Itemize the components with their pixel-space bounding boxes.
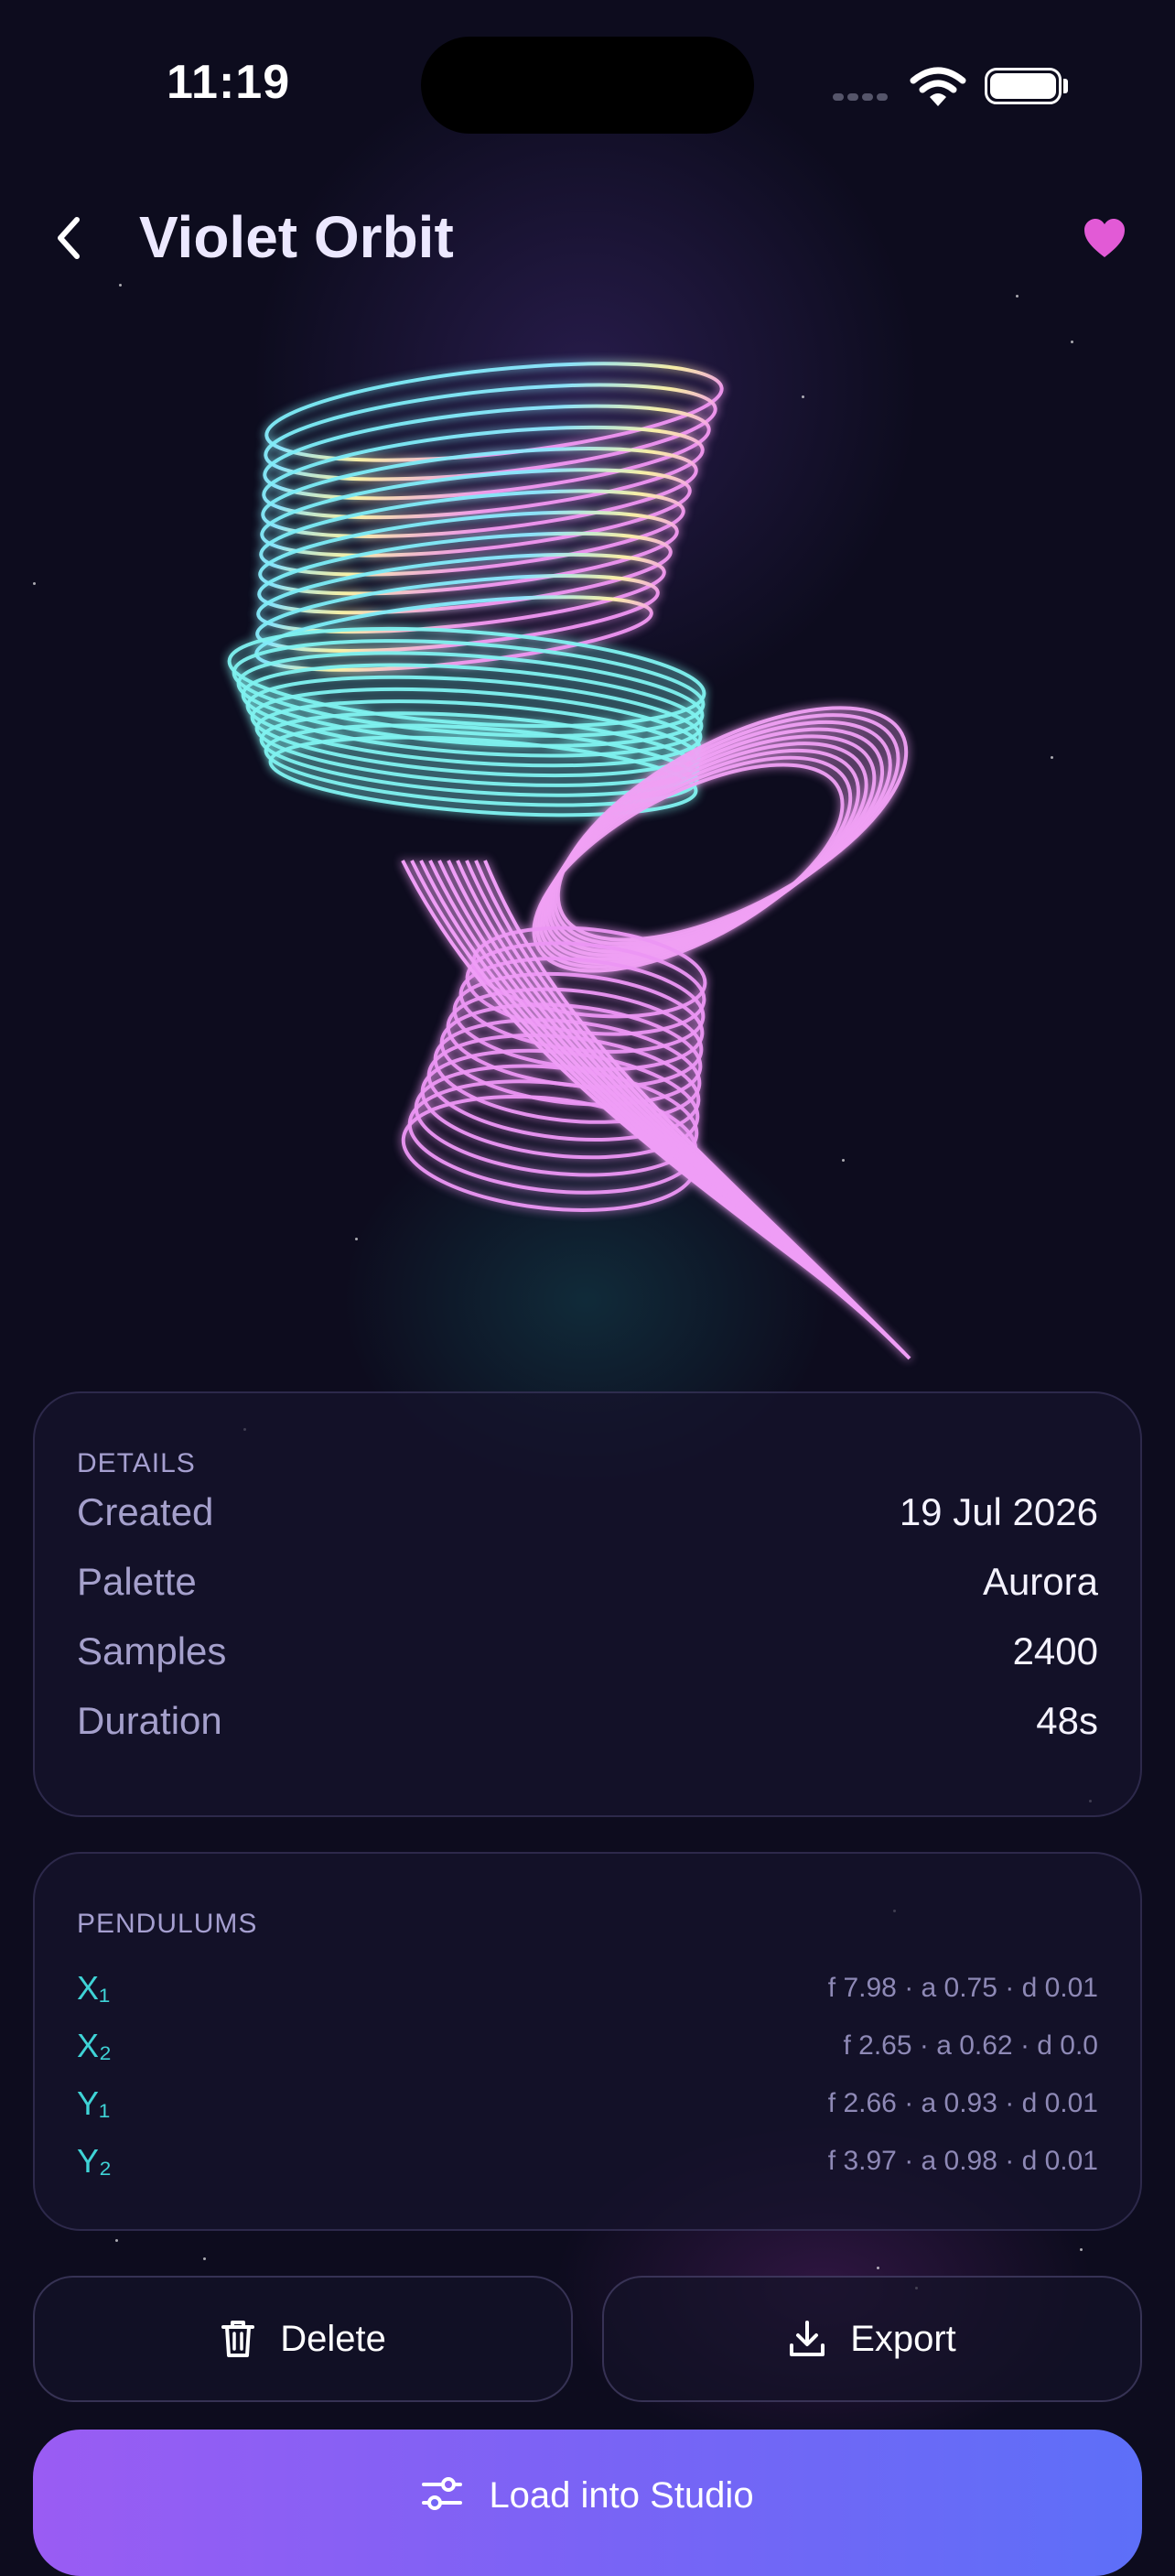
detail-value: 19 Jul 2026 — [899, 1490, 1098, 1533]
detail-row-palette: Palette Aurora — [77, 1560, 1098, 1604]
pendulum-name: X₁ — [77, 1969, 111, 2007]
page-title: Violet Orbit — [139, 204, 454, 270]
harmonograph-artwork — [227, 362, 911, 1360]
detail-row-duration: Duration 48s — [77, 1699, 1098, 1743]
pendulum-row: X₂ f 2.65 · a 0.62 · d 0.0 — [77, 2027, 1098, 2065]
pendulum-name: Y₁ — [77, 2084, 111, 2122]
pendulum-row: X₁ f 7.98 · a 0.75 · d 0.01 — [77, 1969, 1098, 2008]
download-icon — [790, 2321, 825, 2356]
pendulum-row: Y₂ f 3.97 · a 0.98 · d 0.01 — [77, 2142, 1098, 2181]
pendulum-params: f 7.98 · a 0.75 · d 0.01 — [827, 1973, 1098, 2003]
trash-icon — [221, 2321, 255, 2357]
pendulum-row: Y₁ f 2.66 · a 0.93 · d 0.01 — [77, 2084, 1098, 2123]
pendulum-params: f 2.65 · a 0.62 · d 0.0 — [843, 2030, 1098, 2061]
sliders-icon — [422, 2477, 463, 2510]
detail-value: 48s — [1036, 1699, 1098, 1742]
detail-value: Aurora — [982, 1560, 1098, 1603]
detail-key: Duration — [77, 1699, 222, 1742]
detail-key: Created — [77, 1490, 214, 1533]
pendulum-name: Y₂ — [77, 2142, 112, 2180]
wifi-icon — [910, 67, 966, 106]
battery-icon — [985, 68, 1062, 104]
back-chevron-icon[interactable] — [46, 211, 92, 265]
delete-label: Delete — [280, 2318, 386, 2359]
heart-icon[interactable] — [1082, 216, 1127, 262]
export-label: Export — [850, 2318, 956, 2359]
delete-button[interactable]: Delete — [33, 2276, 573, 2402]
pendulum-params: f 3.97 · a 0.98 · d 0.01 — [827, 2146, 1098, 2176]
battery-cap — [1063, 79, 1068, 93]
pendulums-card: PENDULUMS X₁ f 7.98 · a 0.75 · d 0.01 X₂… — [33, 1852, 1142, 2231]
detail-key: Palette — [77, 1560, 197, 1603]
pendulum-name: X₂ — [77, 2027, 112, 2064]
load-label: Load into Studio — [489, 2475, 754, 2516]
dynamic-island — [421, 37, 754, 134]
pendulum-params: f 2.66 · a 0.93 · d 0.01 — [827, 2088, 1098, 2118]
detail-value: 2400 — [1012, 1629, 1098, 1672]
details-section-label: DETAILS — [77, 1448, 196, 1478]
status-time: 11:19 — [167, 56, 291, 109]
detail-key: Samples — [77, 1629, 227, 1672]
pendulums-section-label: PENDULUMS — [77, 1909, 258, 1939]
details-card: DETAILS Created 19 Jul 2026 Palette Auro… — [33, 1391, 1142, 1817]
load-into-studio-button[interactable]: Load into Studio — [33, 2430, 1142, 2576]
export-button[interactable]: Export — [602, 2276, 1142, 2402]
detail-row-samples: Samples 2400 — [77, 1629, 1098, 1673]
detail-row-created: Created 19 Jul 2026 — [77, 1490, 1098, 1534]
